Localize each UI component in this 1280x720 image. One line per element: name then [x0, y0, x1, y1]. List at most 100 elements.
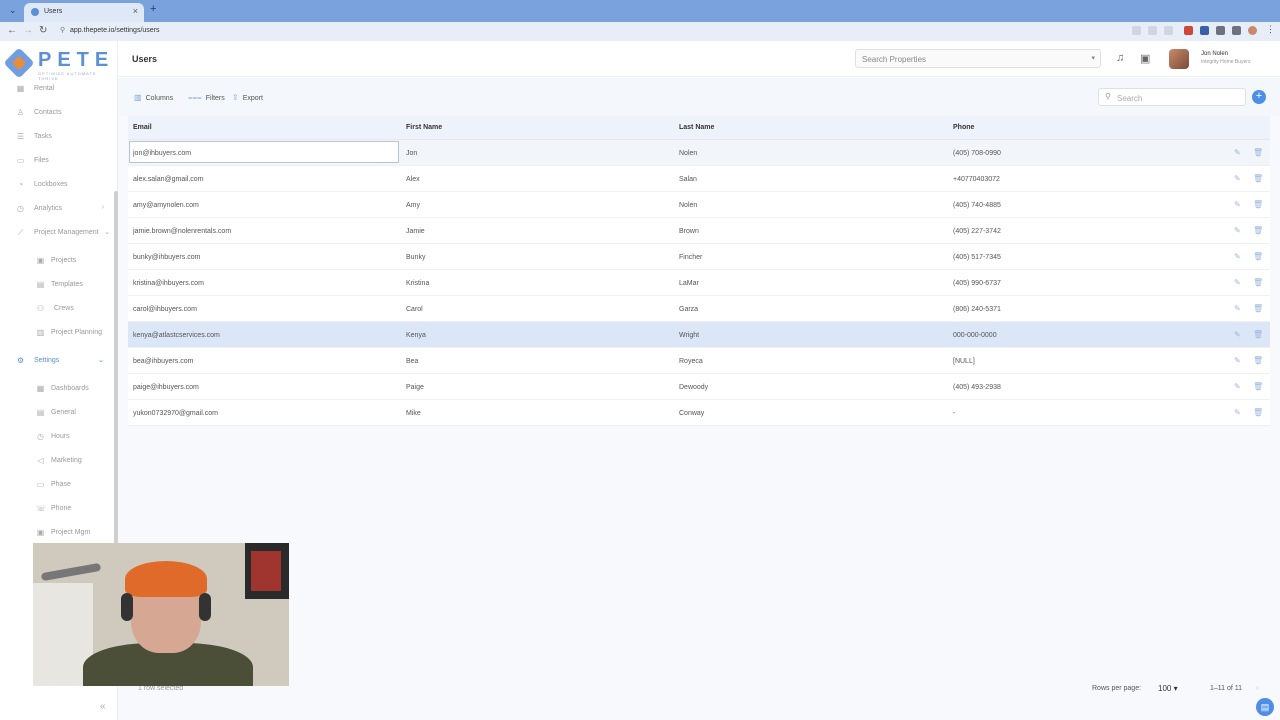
search-properties-input[interactable]: Search Properties ▾	[855, 49, 1101, 68]
cell-first-name[interactable]: Carol	[406, 306, 423, 313]
cell-email[interactable]: yukon0732970@gmail.com	[133, 410, 218, 417]
cell-email[interactable]: kristina@ihbuyers.com	[133, 280, 204, 287]
trash-icon[interactable]: 🗑︎	[1253, 278, 1263, 287]
extension-red-icon[interactable]	[1184, 26, 1193, 35]
sidepanel-icon[interactable]	[1232, 26, 1241, 35]
cell-last-name[interactable]: Nolen	[679, 150, 697, 157]
extension-icon[interactable]	[1132, 26, 1141, 35]
cell-last-name[interactable]: Nolen	[679, 202, 697, 209]
table-row[interactable]: amy@amynolen.com Amy Nolen (405) 740-4885 ✎ 🗑…	[128, 192, 1270, 218]
cell-phone[interactable]: (405) 517-7345	[953, 254, 1001, 261]
cell-first-name[interactable]: Bea	[406, 358, 418, 365]
cell-last-name[interactable]: LaMar	[679, 280, 699, 287]
cell-phone[interactable]: (405) 990-6737	[953, 280, 1001, 287]
sidebar-item-project-mgm[interactable]: ▣ Project Mgm	[0, 523, 114, 543]
site-info-icon[interactable]: ⚲	[60, 26, 65, 34]
trash-icon[interactable]: 🗑︎	[1253, 174, 1263, 183]
sidebar-item-phone[interactable]: ☏ Phone	[0, 499, 114, 519]
cell-last-name[interactable]: Fincher	[679, 254, 702, 261]
sidebar-item-rental[interactable]: ▦ Rental	[0, 79, 114, 99]
table-row[interactable]: bea@ihbuyers.com Bea Royeca [NULL] ✎ 🗑︎	[128, 348, 1270, 374]
pete-logo[interactable]: PETE OPTIMIZE AUTOMATE THRIVE	[3, 47, 113, 81]
cell-phone[interactable]: 000-000-0000	[953, 332, 997, 339]
cell-first-name[interactable]: Amy	[406, 202, 420, 209]
trash-icon[interactable]: 🗑︎	[1253, 330, 1263, 339]
tab-search-icon[interactable]: ⌄	[9, 5, 17, 16]
cell-first-name[interactable]: Mike	[406, 410, 421, 417]
cell-first-name[interactable]: Alex	[406, 176, 420, 183]
sidebar-item-project-management[interactable]: ⟋ Project Management ⌄	[0, 223, 114, 243]
chat-icon[interactable]: ▤	[1256, 698, 1274, 716]
cell-email[interactable]: jamie.brown@nolenrentals.com	[133, 228, 231, 235]
sidebar-item-dashboards[interactable]: ▦ Dashboards	[0, 379, 114, 399]
cell-first-name[interactable]: Jon	[406, 150, 417, 157]
cell-email[interactable]: bea@ihbuyers.com	[133, 358, 193, 365]
table-row[interactable]: carol@ihbuyers.com Carol Garza (806) 240-53…	[128, 296, 1270, 322]
columns-button[interactable]: ▥ Columns	[134, 93, 173, 102]
cell-last-name[interactable]: Salan	[679, 176, 697, 183]
edit-icon[interactable]: ✎	[1234, 330, 1241, 339]
menu-icon[interactable]: ⋮	[1266, 24, 1275, 34]
profile-avatar-icon[interactable]	[1248, 26, 1257, 35]
extension-v-icon[interactable]	[1200, 26, 1209, 35]
trash-icon[interactable]: 🗑︎	[1253, 226, 1263, 235]
table-row[interactable]: paige@ihbuyers.com Paige Dewoody (405) 493-…	[128, 374, 1270, 400]
edit-icon[interactable]: ✎	[1234, 382, 1241, 391]
sidebar-item-settings[interactable]: ⚙ Settings ⌄	[0, 351, 114, 371]
table-row[interactable]: alex.salan@gmail.com Alex Salan +4077040307…	[128, 166, 1270, 192]
contacts-book-icon[interactable]: ▣	[1140, 52, 1150, 65]
grid-search-input[interactable]: ⚲ Search	[1098, 88, 1246, 106]
browser-tab[interactable]: Users ×	[24, 3, 144, 22]
sidebar-item-contacts[interactable]: ♙ Contacts	[0, 103, 114, 123]
cell-phone[interactable]: (405) 227-3742	[953, 228, 1001, 235]
trash-icon[interactable]: 🗑︎	[1253, 408, 1263, 417]
sidebar-item-tasks[interactable]: ☰ Tasks	[0, 127, 114, 147]
cell-email[interactable]: bunky@ihbuyers.com	[133, 254, 200, 261]
reload-icon[interactable]: ↻	[39, 25, 47, 36]
trash-icon[interactable]: 🗑︎	[1253, 148, 1263, 157]
trash-icon[interactable]: 🗑︎	[1253, 252, 1263, 261]
table-row[interactable]: jon@ihbuyers.com Jon Nolen (405) 708-0990 ✎ 🗑…	[128, 140, 1270, 166]
forward-icon[interactable]: →	[23, 25, 33, 36]
table-row[interactable]: kenya@atlastcservices.com Kenya Wright 000-…	[128, 322, 1270, 348]
cell-last-name[interactable]: Wright	[679, 332, 699, 339]
edit-icon[interactable]: ✎	[1234, 252, 1241, 261]
cell-last-name[interactable]: Garza	[679, 306, 698, 313]
table-row[interactable]: kristina@ihbuyers.com Kristina LaMar (405) …	[128, 270, 1270, 296]
trash-icon[interactable]: 🗑︎	[1253, 200, 1263, 209]
cell-first-name[interactable]: Kenya	[406, 332, 426, 339]
cell-email[interactable]: carol@ihbuyers.com	[133, 306, 197, 313]
cell-phone[interactable]: +40770403072	[953, 176, 1000, 183]
share-icon[interactable]	[1148, 26, 1157, 35]
trash-icon[interactable]: 🗑︎	[1253, 304, 1263, 313]
column-header-last-name[interactable]: Last Name	[679, 124, 714, 131]
column-header-first-name[interactable]: First Name	[406, 124, 442, 131]
cell-first-name[interactable]: Bunky	[406, 254, 425, 261]
sidebar-item-general[interactable]: ▤ General	[0, 403, 114, 423]
sidebar-item-hours[interactable]: ◷ Hours	[0, 427, 114, 447]
cell-email[interactable]: amy@amynolen.com	[133, 202, 199, 209]
avatar[interactable]	[1169, 49, 1189, 69]
collapse-sidebar-icon[interactable]: «	[100, 701, 106, 712]
bell-icon[interactable]: ♫	[1116, 52, 1124, 64]
extensions-puzzle-icon[interactable]	[1216, 26, 1225, 35]
edit-icon[interactable]: ✎	[1234, 278, 1241, 287]
cell-email[interactable]: jon@ihbuyers.com	[133, 150, 191, 157]
cell-email[interactable]: paige@ihbuyers.com	[133, 384, 199, 391]
cell-email[interactable]: alex.salan@gmail.com	[133, 176, 204, 183]
trash-icon[interactable]: 🗑︎	[1253, 382, 1263, 391]
cell-last-name[interactable]: Dewoody	[679, 384, 708, 391]
cell-phone[interactable]: [NULL]	[953, 358, 975, 365]
cell-last-name[interactable]: Royeca	[679, 358, 703, 365]
table-row[interactable]: yukon0732970@gmail.com Mike Conway - ✎ 🗑︎	[128, 400, 1270, 426]
sidebar-item-analytics[interactable]: ◷ Analytics ›	[0, 199, 114, 219]
sidebar-item-phase[interactable]: ▭ Phase	[0, 475, 114, 495]
sidebar-item-templates[interactable]: ▤ Templates	[0, 275, 114, 295]
cell-phone[interactable]: (405) 493-2938	[953, 384, 1001, 391]
table-row[interactable]: jamie.brown@nolenrentals.com Jamie Brown (4…	[128, 218, 1270, 244]
trash-icon[interactable]: 🗑︎	[1253, 356, 1263, 365]
next-page-icon[interactable]: ›	[1256, 683, 1259, 692]
export-button[interactable]: ⇪ Export	[232, 93, 263, 102]
bookmark-star-icon[interactable]	[1164, 26, 1173, 35]
edit-icon[interactable]: ✎	[1234, 174, 1241, 183]
